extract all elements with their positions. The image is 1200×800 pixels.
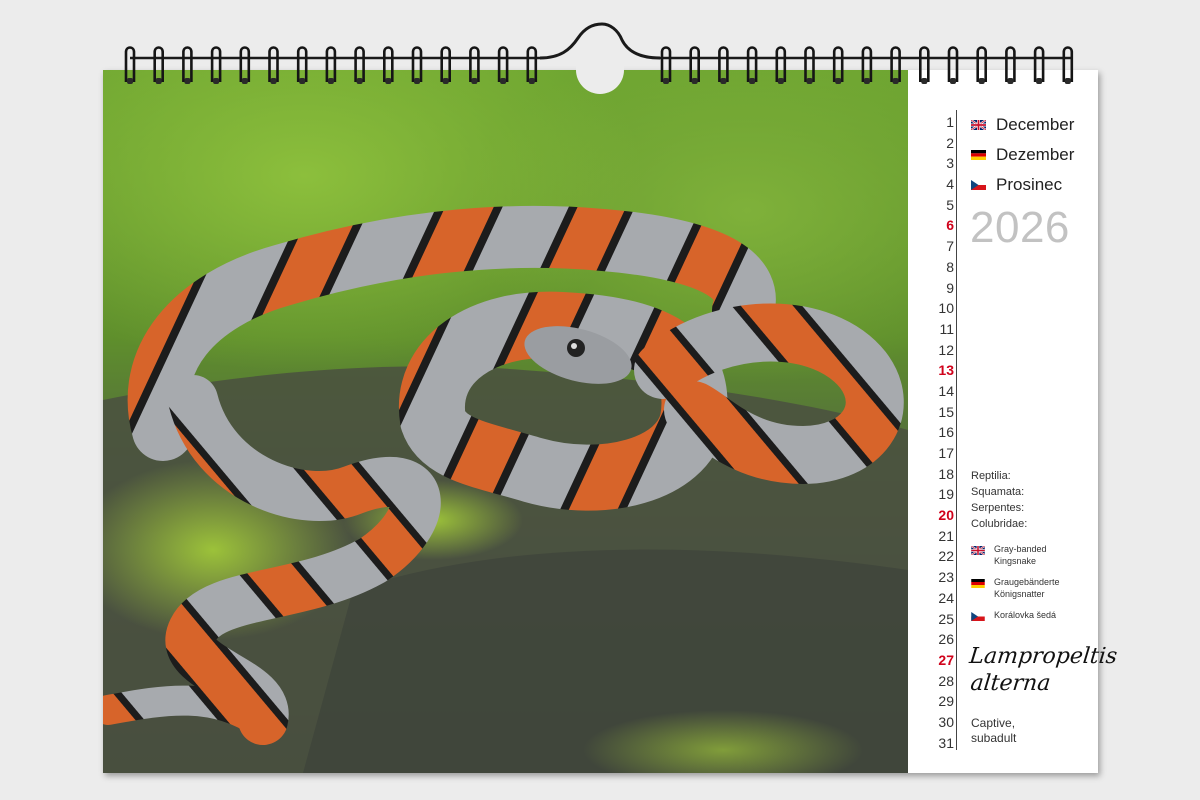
day-number: 12	[938, 341, 954, 358]
day-number: 29	[938, 693, 954, 710]
month-row: December	[971, 110, 1074, 140]
latin-name: Lampropeltis alterna	[965, 643, 1118, 697]
day-number: 23	[938, 569, 954, 586]
common-name-row: Gray-banded Kingsnake	[971, 543, 1074, 567]
day-number: 20	[938, 507, 954, 524]
day-number: 24	[938, 589, 954, 606]
taxonomy-rank: Reptilia:	[971, 470, 1011, 482]
calendar-sidebar: 1 2 3 4 5 6 7 8 9 10 11 12 13 14 15 16 17 18 19 20 21 22 23 24 2…	[908, 70, 1118, 773]
de-flag-icon	[971, 150, 986, 160]
common-name: Gray-banded Kingsnake	[994, 544, 1047, 566]
day-list: 1 2 3 4 5 6 7 8 9 10 11 12 13 14 15 16 17 18 19 20 21 22 23 24 2…	[918, 112, 954, 753]
day-number: 5	[946, 196, 954, 213]
latin-species: alterna	[969, 671, 1052, 696]
specimen-note: Captive, subadult	[971, 716, 1016, 746]
latin-genus: Lampropeltis	[968, 644, 1119, 669]
de-flag-icon	[971, 579, 985, 588]
day-number: 14	[938, 382, 954, 399]
note-line-2: subadult	[971, 731, 1017, 745]
cz-flag-icon	[971, 180, 986, 190]
day-number: 11	[939, 320, 954, 337]
day-number: 22	[938, 548, 954, 565]
month-name: December	[996, 115, 1075, 134]
month-names: December Dezember Prosinec	[971, 110, 1074, 200]
day-number: 31	[938, 734, 954, 751]
day-number: 27	[938, 651, 954, 668]
day-number: 4	[946, 176, 954, 193]
day-number: 13	[938, 362, 954, 379]
common-name: Graugebänderte Königsnatter	[994, 577, 1060, 599]
uk-flag-icon	[971, 120, 986, 130]
note-line-1: Captive,	[971, 716, 1016, 730]
taxonomy-list: Reptilia: Squamata: Serpentes: Colubridae:	[971, 468, 1027, 532]
day-number: 19	[938, 486, 954, 503]
month-name: Prosinec	[996, 175, 1063, 194]
common-names: Gray-banded Kingsnake Graugebänderte Köni…	[971, 543, 1074, 630]
day-number: 18	[938, 465, 954, 482]
day-number: 17	[938, 445, 954, 461]
day-number: 1	[946, 114, 954, 130]
year-label: 2026	[970, 203, 1070, 252]
cz-flag-icon	[971, 612, 985, 621]
day-number: 30	[938, 713, 954, 730]
taxonomy-rank: Serpentes:	[971, 502, 1025, 514]
day-number: 2	[946, 134, 954, 151]
taxonomy-rank: Squamata:	[971, 486, 1025, 498]
day-number: 16	[938, 424, 954, 441]
day-number: 6	[946, 217, 954, 234]
calendar-page: 1 2 3 4 5 6 7 8 9 10 11 12 13 14 15 16 17 18 19 20 21 22 23 24 2…	[103, 70, 1118, 773]
month-row: Dezember	[971, 140, 1074, 170]
month-row: Prosinec	[971, 170, 1074, 200]
day-number: 25	[938, 610, 954, 627]
day-number: 10	[938, 300, 954, 317]
divider-line	[956, 110, 957, 750]
day-number: 9	[946, 279, 954, 296]
common-name-row: Korálovka šedá	[971, 609, 1074, 621]
snake-photo	[103, 70, 908, 773]
day-number: 28	[938, 672, 954, 689]
taxonomy-rank: Colubridae:	[971, 518, 1028, 530]
snake-illustration	[103, 205, 908, 773]
common-name-row: Graugebänderte Königsnatter	[971, 576, 1074, 600]
common-name: Korálovka šedá	[994, 610, 1057, 620]
day-number: 26	[938, 631, 954, 648]
day-number: 15	[938, 403, 954, 420]
day-number: 8	[946, 258, 954, 275]
hanger-wire	[539, 22, 661, 60]
uk-flag-icon	[971, 546, 985, 555]
month-name: Dezember	[996, 145, 1075, 164]
day-number: 3	[946, 155, 954, 172]
day-number: 21	[938, 527, 954, 544]
day-number: 7	[946, 238, 954, 255]
